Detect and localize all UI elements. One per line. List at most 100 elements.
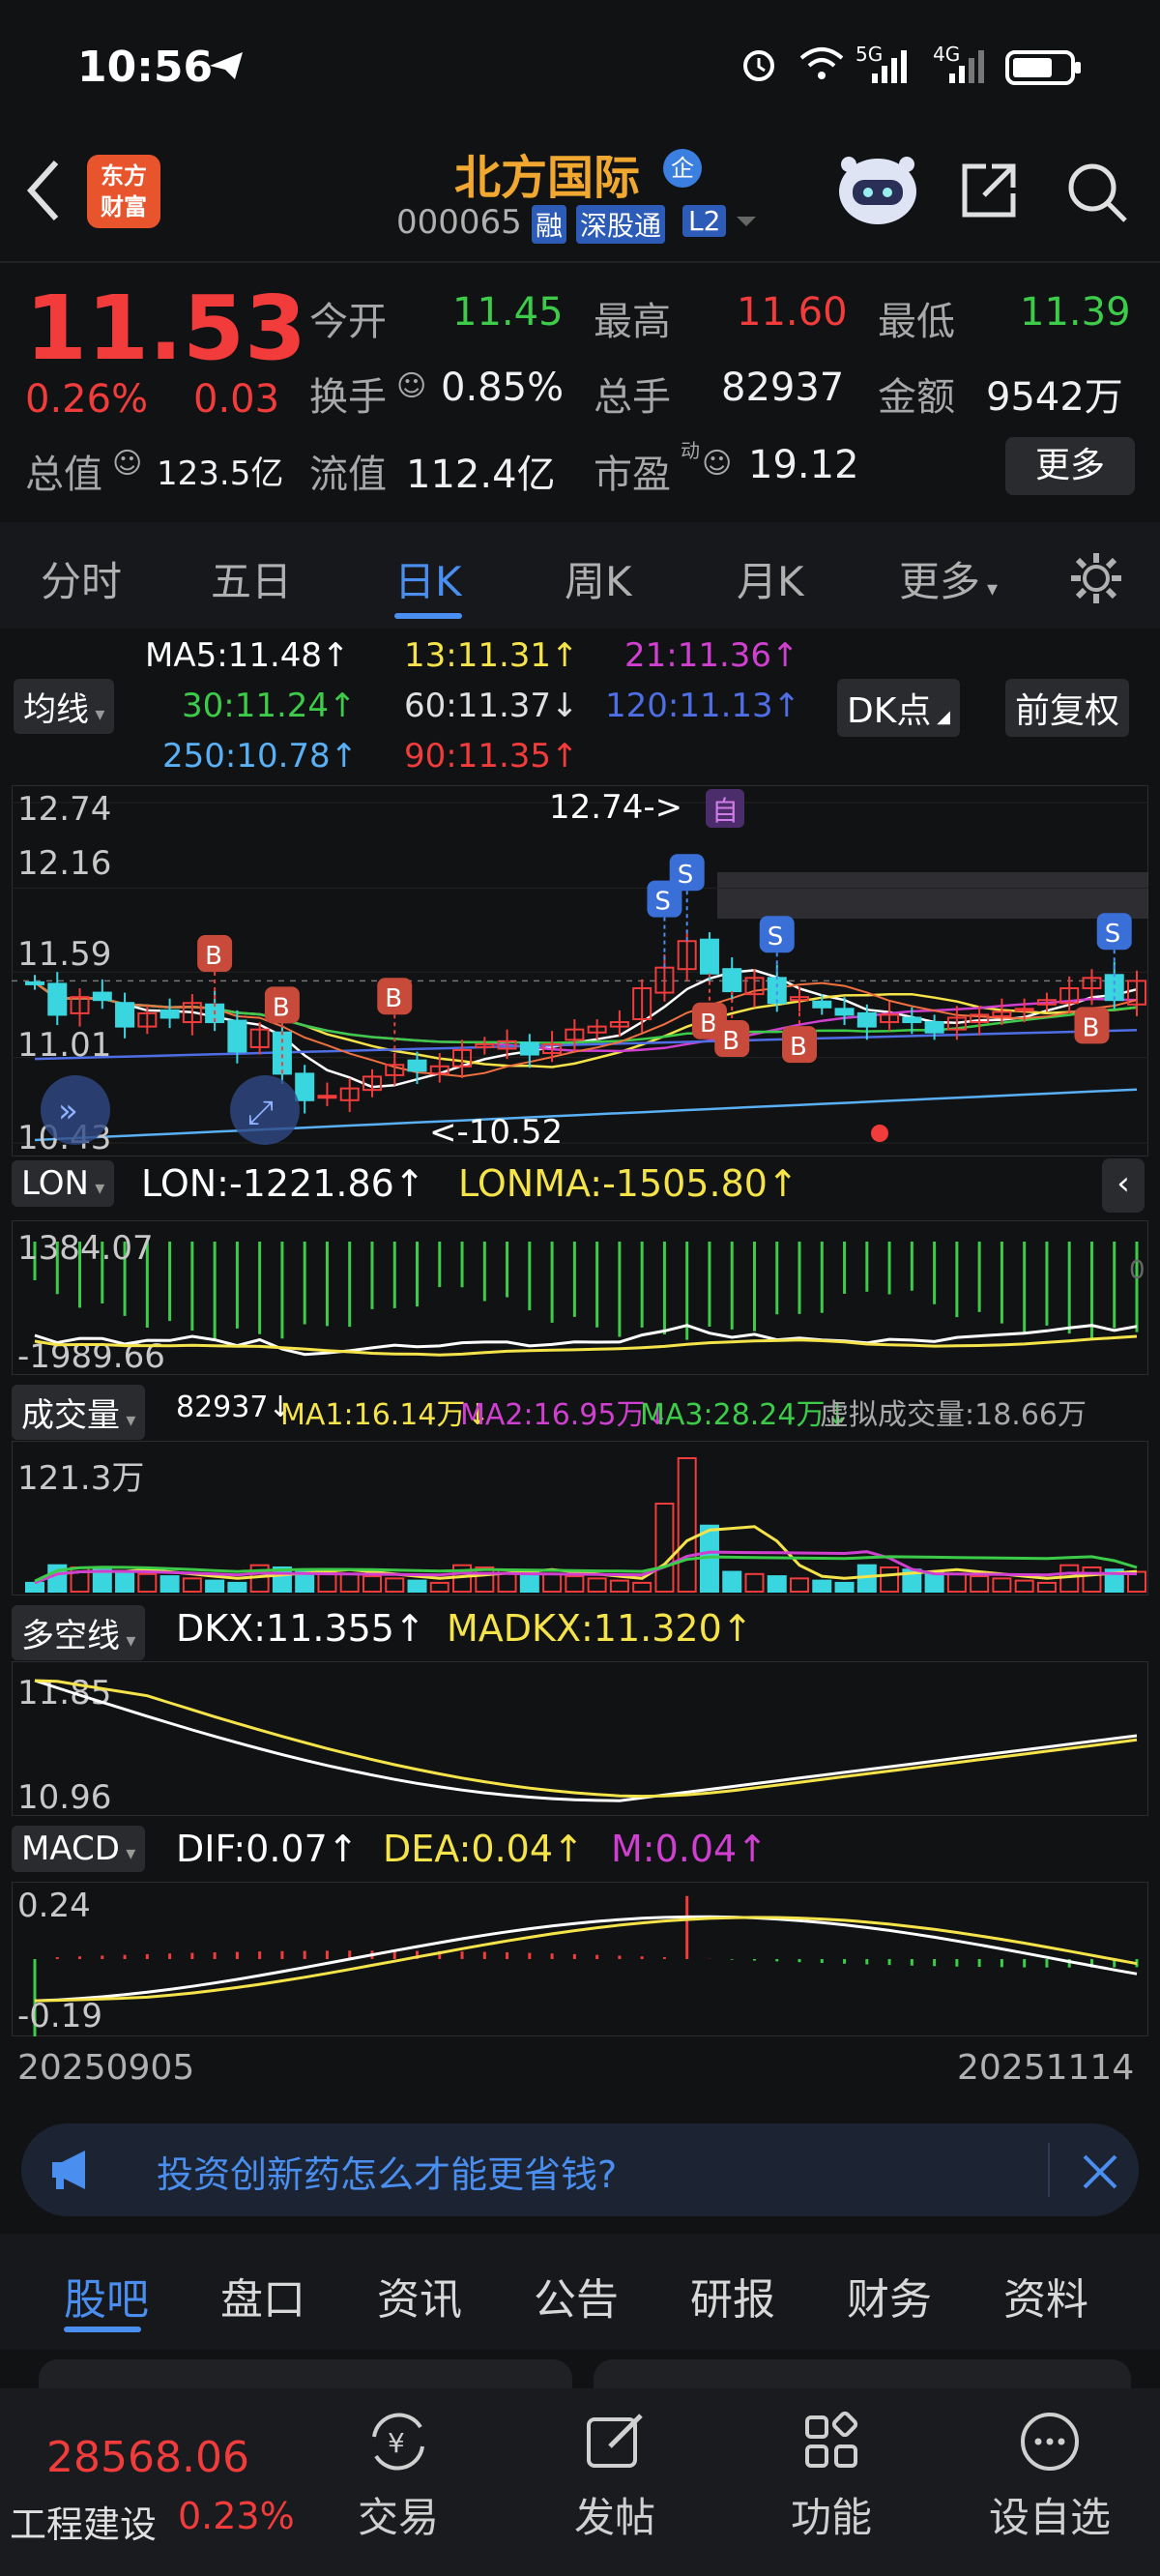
volume-ma3: MA3:28.24万↓ [640, 1398, 850, 1432]
volume-bar [137, 1572, 158, 1593]
dkx-selector[interactable]: 多空线 ▾ [12, 1605, 146, 1660]
stock-code: 000065 [396, 203, 522, 242]
promo-banner[interactable]: 投资创新药怎么才能更省钱? [21, 2123, 1139, 2216]
svg-text:B: B [273, 993, 290, 1022]
collapse-panel-button[interactable]: ‹ [1102, 1158, 1145, 1213]
low-label: 最低 [878, 300, 955, 344]
index-pct[interactable]: 0.23% [178, 2495, 295, 2537]
dkx-value: DKX:11.355↑ [176, 1607, 425, 1650]
index-name[interactable]: 工程建设 [10, 2495, 157, 2548]
back-icon[interactable] [23, 157, 66, 224]
candle-body [902, 1016, 922, 1024]
tab-financials[interactable]: 财务 [847, 2265, 932, 2327]
amount-label: 金额 [878, 375, 955, 420]
tab-announcements[interactable]: 公告 [534, 2265, 619, 2327]
lon-zero-label: 0 [1129, 1256, 1146, 1285]
close-icon[interactable] [1081, 2152, 1119, 2191]
candle-body [407, 1059, 427, 1072]
macd-bottom-label: -0.19 [17, 1997, 102, 2035]
tab-daily-k[interactable]: 日K [394, 549, 462, 619]
status-time: 10:56 [77, 43, 214, 92]
candle-body [272, 1031, 292, 1075]
post-button[interactable]: 发帖 [528, 2408, 702, 2544]
ma90-value: 90:11.35↑ [404, 737, 579, 776]
signal-icon [872, 50, 907, 83]
banner-text[interactable]: 投资创新药怎么才能更省钱? [157, 2145, 617, 2198]
volume-bar [880, 1566, 900, 1593]
tab-profile[interactable]: 资料 [1003, 2265, 1088, 2327]
ma-selector[interactable]: 均线 ▾ [14, 679, 115, 734]
trade-button[interactable]: ¥ 交易 [311, 2408, 485, 2544]
add-watchlist-button[interactable]: 设自选 [963, 2408, 1137, 2544]
y-label-2: 12.16 [17, 844, 111, 883]
kline-chart[interactable]: 12.74 12.16 11.59 11.01 10.43 12.74-> <-… [12, 785, 1148, 1156]
macd-selector[interactable]: MACD ▾ [12, 1826, 146, 1872]
quote-panel: 11.53 0.26% 0.03 今开 11.45 最高 11.60 最低 11… [0, 261, 1160, 520]
ma250-value: 250:10.78↑ [162, 737, 359, 776]
gear-icon[interactable] [1067, 549, 1125, 607]
adjust-selector[interactable]: 前复权 [1005, 679, 1130, 737]
signal-icon-2 [949, 50, 984, 83]
stock-name: 北方国际 [454, 151, 641, 205]
change-value: 0.03 [193, 377, 280, 422]
tag-margin: 融 [532, 205, 567, 244]
candle-body [519, 1041, 539, 1056]
candle-body [115, 1002, 135, 1028]
lon-selector[interactable]: LON ▾ [12, 1160, 115, 1207]
search-icon[interactable] [1063, 159, 1131, 226]
candle-body [1014, 1008, 1034, 1012]
high-annotation: 12.74-> [549, 788, 682, 827]
tab-research[interactable]: 研报 [690, 2265, 775, 2327]
tab-order-book[interactable]: 盘口 [220, 2265, 305, 2327]
status-bar: 10:56 5G 4G [0, 0, 1160, 135]
volume-bar [790, 1577, 810, 1594]
robot-assistant-icon[interactable] [831, 145, 924, 232]
tab-intraday[interactable]: 分时 [41, 549, 122, 608]
function-button[interactable]: 功能 [744, 2408, 918, 2544]
low-value: 11.39 [1020, 290, 1131, 335]
volume-bar [542, 1572, 563, 1593]
open-label: 今开 [309, 300, 387, 344]
dk-point-selector[interactable]: DK点 ◢ [837, 679, 960, 737]
y-label-1: 12.74 [17, 790, 111, 829]
enterprise-badge: 企 [663, 149, 702, 188]
start-date: 20250905 [17, 2048, 195, 2088]
volume-top-label: 121.3万 [17, 1459, 144, 1498]
virtual-volume: 虚拟成交量:18.66万 [820, 1398, 1087, 1432]
dkx-chart: 11.85 10.96 [12, 1661, 1148, 1816]
content-tabs: 股吧 盘口 资讯 公告 研报 财务 资料 [0, 2234, 1160, 2350]
volume-selector[interactable]: 成交量 ▾ [12, 1385, 146, 1440]
chevron-down-icon[interactable] [735, 213, 758, 232]
ma120-value: 120:11.13↑ [605, 687, 801, 725]
info-icon-2[interactable]: ☺ [112, 447, 142, 481]
tab-five-day[interactable]: 五日 [211, 549, 292, 608]
ma250-line [34, 1088, 1138, 1142]
volume-bar [1082, 1566, 1102, 1593]
svg-text:S: S [654, 888, 671, 917]
candle-body [834, 1008, 855, 1016]
tab-weekly-k[interactable]: 周K [565, 549, 632, 608]
page: 10:56 5G 4G 东方 财富 北方国际 企 000065 融 深股通 L2 … [0, 0, 1160, 2576]
volume-bar [722, 1570, 742, 1594]
info-icon-3[interactable]: ☺ [702, 447, 732, 481]
highlight-band [717, 872, 1148, 919]
turnover-value: 0.85% [441, 366, 565, 410]
volume-ma2: MA2:16.95万↓ [460, 1398, 670, 1432]
tab-news[interactable]: 资讯 [377, 2265, 462, 2327]
tab-forum[interactable]: 股吧 [64, 2265, 149, 2327]
volume-bar [1036, 1581, 1057, 1594]
candle-body [47, 982, 68, 1016]
high-value: 11.60 [737, 290, 848, 335]
more-button[interactable]: 更多 [1005, 437, 1135, 495]
volume-bar [632, 1581, 652, 1594]
tab-more[interactable]: 更多 ▾ [899, 549, 998, 608]
index-value[interactable]: 28568.06 [46, 2433, 249, 2482]
share-icon[interactable] [957, 159, 1021, 222]
bottom-toolbar: 28568.06 工程建设 0.23% ¥ 交易 发帖 功能 设自选 [0, 2388, 1160, 2576]
info-icon[interactable]: ☺ [396, 369, 426, 403]
lon-value: LON:-1221.86↑ [141, 1162, 425, 1205]
volume-bar [587, 1577, 607, 1594]
change-pct: 0.26% [25, 377, 149, 422]
tab-monthly-k[interactable]: 月K [737, 549, 804, 608]
svg-text:B: B [1082, 1013, 1099, 1042]
